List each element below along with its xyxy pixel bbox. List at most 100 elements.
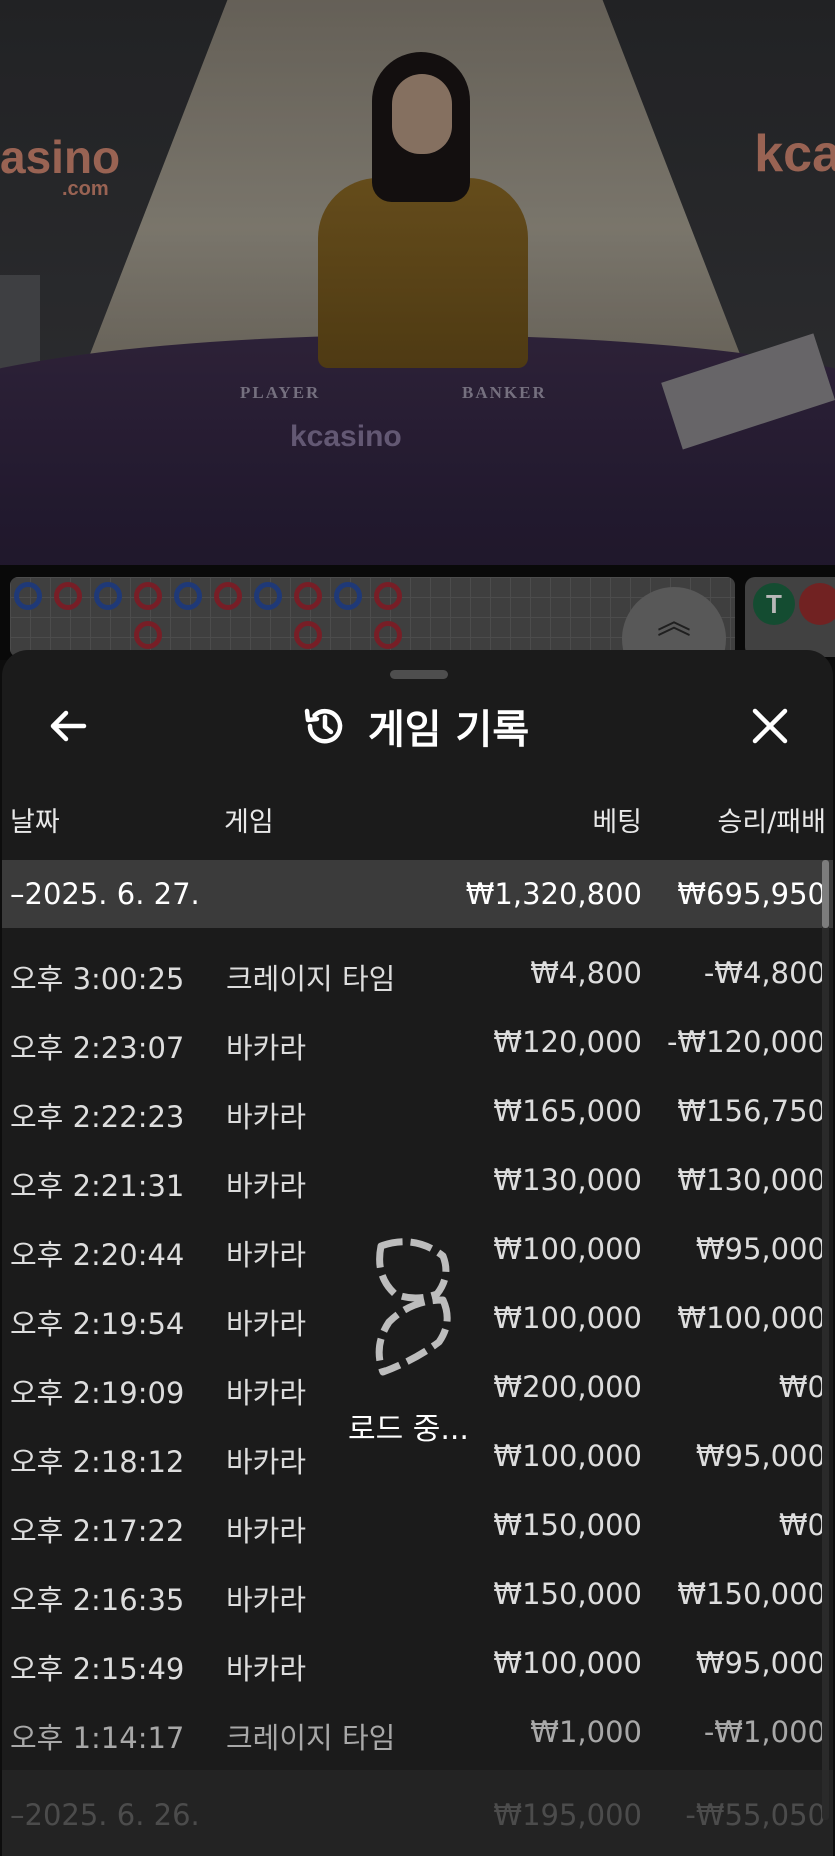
column-header-game: 게임 [224,807,274,838]
row-result: ₩0 [778,1370,826,1404]
row-result: ₩156,750 [677,1094,826,1128]
group-win-total: -₩55,050 [685,1798,826,1832]
row-time: 오후 2:22:23 [10,1100,185,1134]
row-result: ₩100,000 [677,1301,826,1335]
row-bet: ₩4,800 [530,956,642,990]
row-bet: ₩165,000 [493,1094,642,1128]
roadmap-player-mark [14,582,42,610]
history-row[interactable]: 오후 1:14:17 크레이지 타임 ₩1,000 -₩1,000 [2,1695,833,1764]
row-time: 오후 2:18:12 [10,1445,185,1479]
roadmap-banker-mark [134,582,162,610]
date-group-header[interactable]: –2025. 6. 27. ₩1,320,800 ₩695,950 [2,860,833,928]
row-game: 바카라 [226,1031,307,1065]
close-icon [752,708,788,744]
history-row[interactable]: 오후 2:22:23 바카라 ₩165,000 ₩156,750 [2,1074,833,1143]
group-date: –2025. 6. 26. [10,1798,200,1832]
tie-badge: T [753,583,795,625]
row-bet: ₩1,000 [530,1715,642,1749]
row-bet: ₩100,000 [493,1646,642,1680]
chevron-up-icon: ︽ [657,602,691,642]
column-header-win-loss: 승리/패배 [717,807,826,838]
side-bet-strip: T [745,577,835,657]
bead-roadmap: ︽ [10,577,735,691]
row-game: 바카라 [226,1307,307,1341]
row-result: ₩95,000 [695,1232,826,1266]
row-time: 오후 1:14:17 [10,1721,185,1755]
row-bet: ₩100,000 [493,1301,642,1335]
row-game: 바카라 [226,1169,307,1203]
row-game: 바카라 [226,1514,307,1548]
back-button[interactable] [42,700,94,752]
row-time: 오후 2:19:54 [10,1307,185,1341]
row-time: 오후 2:17:22 [10,1514,185,1548]
roadmap-banker-mark [134,621,162,649]
row-time: 오후 2:20:44 [10,1238,185,1272]
history-row[interactable]: 오후 2:21:31 바카라 ₩130,000 ₩130,000 [2,1143,833,1212]
row-game: 바카라 [226,1583,307,1617]
history-icon [304,708,343,744]
row-result: ₩95,000 [695,1439,826,1473]
roadmap-player-mark [174,582,202,610]
table-label-banker: BANKER [462,383,547,402]
row-bet: ₩100,000 [493,1439,642,1473]
row-bet: ₩150,000 [493,1577,642,1611]
row-game: 바카라 [226,1100,307,1134]
banker-badge [799,583,835,625]
studio-logo-right: kca [754,125,835,183]
history-row[interactable]: 오후 2:23:07 바카라 ₩120,000 -₩120,000 [2,1005,833,1074]
row-result: -₩120,000 [666,1025,826,1059]
group-date: –2025. 6. 27. [10,877,200,911]
column-header-bet: 베팅 [592,807,642,838]
scrollbar-thumb[interactable] [822,860,829,928]
roadmap-banker-mark [374,621,402,649]
history-row[interactable]: 오후 2:17:22 바카라 ₩150,000 ₩0 [2,1488,833,1557]
loading-indicator: 로드 중... [348,1236,480,1466]
close-button[interactable] [744,700,796,752]
roadmap-banker-mark [294,621,322,649]
roadmap-player-mark [254,582,282,610]
loading-label: 로드 중... [348,1412,469,1447]
row-time: 오후 2:16:35 [10,1583,185,1617]
column-header-date: 날짜 [10,807,60,838]
group-bet-total: ₩1,320,800 [465,877,642,911]
row-time: 오후 2:23:07 [10,1031,185,1065]
row-result: ₩150,000 [677,1577,826,1611]
roadmap-banker-mark [294,582,322,610]
column-headers: 날짜 게임 베팅 승리/패배 [2,800,833,840]
table-label-player: PLAYER [240,383,321,402]
row-result: -₩1,000 [703,1715,826,1749]
table-logo: kcasino [290,420,402,453]
dealer-body [318,178,528,368]
history-row[interactable]: 오후 2:15:49 바카라 ₩100,000 ₩95,000 [2,1626,833,1695]
sheet-drag-handle[interactable] [390,670,448,679]
row-result: ₩95,000 [695,1646,826,1680]
row-time: 오후 2:15:49 [10,1652,185,1686]
live-video: asino .com kca PLAYER BANKER kcasino [0,0,835,565]
dealer-face [392,74,452,154]
loading-spinner-icon [375,1238,451,1376]
row-time: 오후 2:19:09 [10,1376,185,1410]
roadmap-player-mark [334,582,362,610]
group-bet-total: ₩195,000 [493,1798,642,1832]
row-result: ₩130,000 [677,1163,826,1197]
row-game: 바카라 [226,1238,307,1272]
row-game: 크레이지 타임 [226,1721,396,1755]
sheet-title-group: 게임 기록 [300,698,529,754]
row-result: -₩4,800 [703,956,826,990]
roadmap-banker-mark [374,582,402,610]
row-bet: ₩120,000 [493,1025,642,1059]
date-group-header-next[interactable]: –2025. 6. 26. ₩195,000 -₩55,050 [2,1770,833,1856]
row-game: 크레이지 타임 [226,962,396,996]
row-game: 바카라 [226,1445,307,1479]
history-row[interactable]: 오후 3:00:25 크레이지 타임 ₩4,800 -₩4,800 [2,936,833,1005]
roadmap-banker-mark [214,582,242,610]
group-win-total: ₩695,950 [677,877,826,911]
scrollbar-track[interactable] [822,860,829,1820]
row-bet: ₩200,000 [493,1370,642,1404]
row-game: 바카라 [226,1376,307,1410]
history-row[interactable]: 오후 2:16:35 바카라 ₩150,000 ₩150,000 [2,1557,833,1626]
row-bet: ₩100,000 [493,1232,642,1266]
row-game: 바카라 [226,1652,307,1686]
row-time: 오후 3:00:25 [10,962,185,996]
studio-logo-left: asino .com [0,131,121,200]
